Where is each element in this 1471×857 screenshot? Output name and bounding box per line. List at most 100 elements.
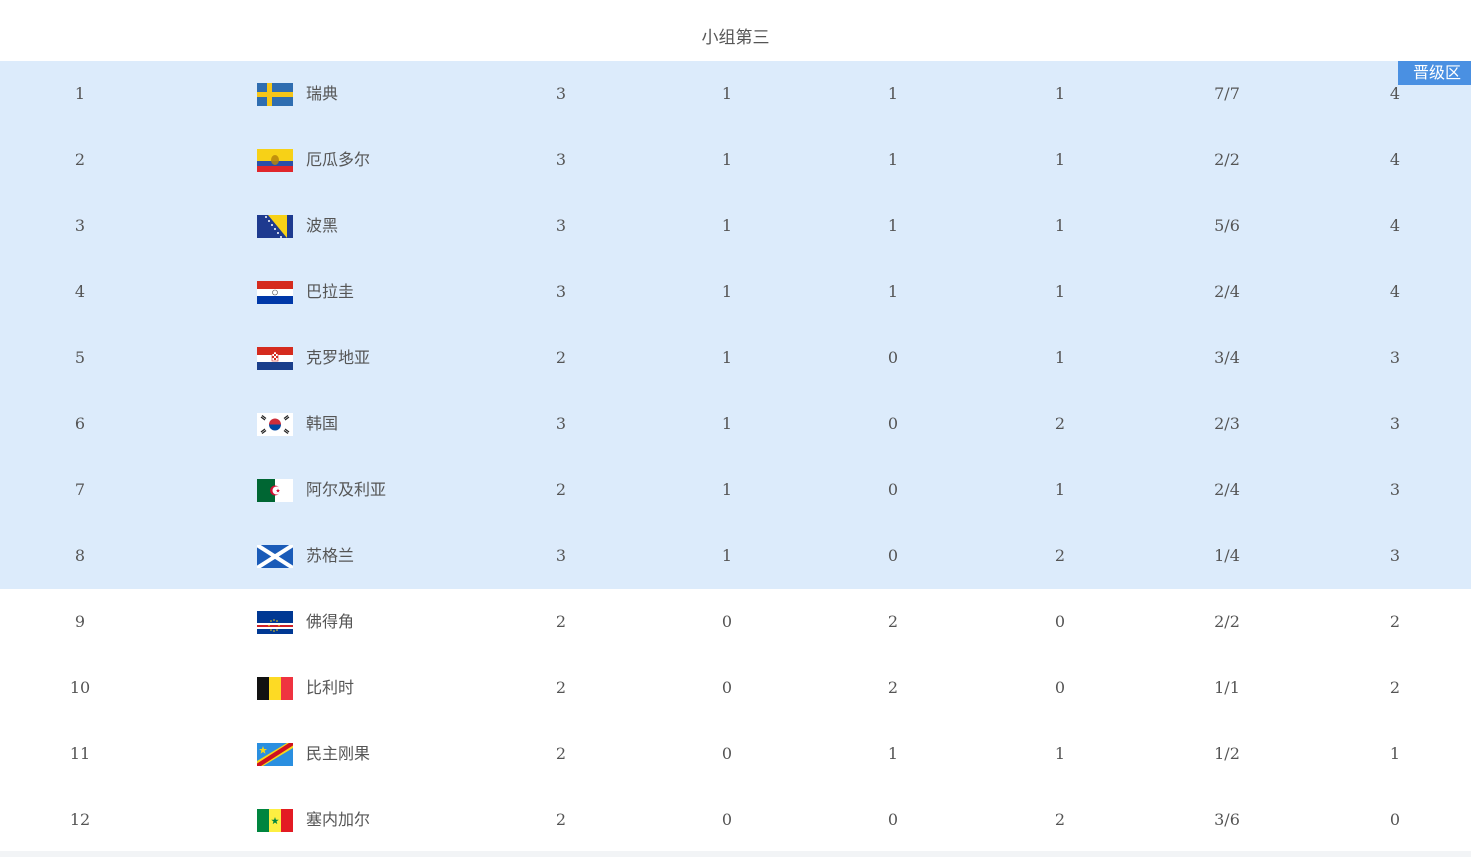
table-row[interactable]: 9 佛得角 2 0 2 0 2/2 2 [0,589,1471,655]
points-cell: 2 [1389,678,1401,697]
goals-cell: 2/2 [1214,612,1240,631]
goals-cell: 3/4 [1214,348,1240,367]
team-name[interactable]: 苏格兰 [306,523,354,589]
rank-cell: 2 [74,150,86,169]
won-cell: 1 [721,150,733,169]
team-name[interactable]: 比利时 [306,655,354,721]
team-cell: 巴拉圭 [257,259,477,325]
rank-cell: 7 [74,480,86,499]
rank-cell: 12 [69,810,91,829]
standings-table: 晋级区 1 瑞典 3 1 1 1 7/7 4 2 厄瓜多尔 3 1 1 1 2/2 4 3 波黑 3 1 1 1 5/… [0,61,1471,853]
sweden-flag-icon [257,82,293,106]
team-cell: 瑞典 [257,61,477,127]
won-cell: 0 [721,678,733,697]
lost-cell: 1 [1054,282,1066,301]
bottom-divider [0,851,1471,857]
team-name[interactable]: 韩国 [306,391,338,457]
lost-cell: 1 [1054,150,1066,169]
won-cell: 1 [721,282,733,301]
rank-cell: 6 [74,414,86,433]
rank-cell: 1 [74,84,86,103]
team-name[interactable]: 民主刚果 [306,721,370,787]
table-row[interactable]: 1 瑞典 3 1 1 1 7/7 4 [0,61,1471,127]
goals-cell: 1/1 [1214,678,1240,697]
goals-cell: 1/2 [1214,744,1240,763]
team-cell: 波黑 [257,193,477,259]
group-title: 小组第三 [701,28,770,48]
rank-cell: 11 [69,744,91,763]
points-cell: 1 [1389,744,1401,763]
team-name[interactable]: 巴拉圭 [306,259,354,325]
goals-cell: 3/6 [1214,810,1240,829]
points-cell: 4 [1389,150,1401,169]
won-cell: 0 [721,810,733,829]
lost-cell: 1 [1054,348,1066,367]
team-cell: 韩国 [257,391,477,457]
drawn-cell: 0 [887,810,899,829]
points-cell: 3 [1389,414,1401,433]
table-row[interactable]: 2 厄瓜多尔 3 1 1 1 2/2 4 [0,127,1471,193]
lost-cell: 1 [1054,480,1066,499]
ecuador-flag-icon [257,148,293,172]
won-cell: 1 [721,546,733,565]
rank-cell: 8 [74,546,86,565]
lost-cell: 2 [1054,414,1066,433]
team-name[interactable]: 佛得角 [306,589,354,655]
points-cell: 3 [1389,546,1401,565]
won-cell: 0 [721,612,733,631]
table-row[interactable]: 12 塞内加尔 2 0 0 2 3/6 0 [0,787,1471,853]
played-cell: 2 [555,480,567,499]
table-row[interactable]: 11 民主刚果 2 0 1 1 1/2 1 [0,721,1471,787]
table-row[interactable]: 3 波黑 3 1 1 1 5/6 4 [0,193,1471,259]
lost-cell: 0 [1054,612,1066,631]
table-row[interactable]: 4 巴拉圭 3 1 1 1 2/4 4 [0,259,1471,325]
played-cell: 2 [555,612,567,631]
goals-cell: 5/6 [1214,216,1240,235]
points-cell: 4 [1389,282,1401,301]
played-cell: 3 [555,216,567,235]
played-cell: 3 [555,282,567,301]
advance-zone-badge: 晋级区 [1397,61,1471,85]
bosnia-flag-icon [257,214,293,238]
team-cell: 苏格兰 [257,523,477,589]
goals-cell: 2/4 [1214,480,1240,499]
points-cell: 4 [1389,216,1401,235]
table-row[interactable]: 6 韩国 3 1 0 2 2/3 3 [0,391,1471,457]
won-cell: 1 [721,84,733,103]
goals-cell: 2/2 [1214,150,1240,169]
table-row[interactable]: 7 阿尔及利亚 2 1 0 1 2/4 3 [0,457,1471,523]
rank-cell: 3 [74,216,86,235]
won-cell: 1 [721,414,733,433]
won-cell: 0 [721,744,733,763]
rank-cell: 5 [74,348,86,367]
drawn-cell: 2 [887,612,899,631]
team-name[interactable]: 克罗地亚 [306,325,370,391]
team-name[interactable]: 厄瓜多尔 [306,127,370,193]
played-cell: 2 [555,744,567,763]
table-row[interactable]: 8 苏格兰 3 1 0 2 1/4 3 [0,523,1471,589]
team-name[interactable]: 波黑 [306,193,338,259]
south-korea-flag-icon [257,412,293,436]
lost-cell: 1 [1054,84,1066,103]
rank-cell: 10 [69,678,91,697]
dr-congo-flag-icon [257,742,293,766]
lost-cell: 1 [1054,216,1066,235]
played-cell: 3 [555,84,567,103]
team-name[interactable]: 瑞典 [306,61,338,127]
team-name[interactable]: 阿尔及利亚 [306,457,386,523]
drawn-cell: 2 [887,678,899,697]
team-name[interactable]: 塞内加尔 [306,787,370,853]
drawn-cell: 1 [887,84,899,103]
points-cell: 3 [1389,348,1401,367]
table-row[interactable]: 10 比利时 2 0 2 0 1/1 2 [0,655,1471,721]
won-cell: 1 [721,480,733,499]
table-row[interactable]: 5 克罗地亚 2 1 0 1 3/4 3 [0,325,1471,391]
drawn-cell: 1 [887,150,899,169]
cape-verde-flag-icon [257,610,293,634]
drawn-cell: 1 [887,216,899,235]
team-cell: 民主刚果 [257,721,477,787]
goals-cell: 1/4 [1214,546,1240,565]
played-cell: 3 [555,546,567,565]
rank-cell: 9 [74,612,86,631]
drawn-cell: 0 [887,546,899,565]
